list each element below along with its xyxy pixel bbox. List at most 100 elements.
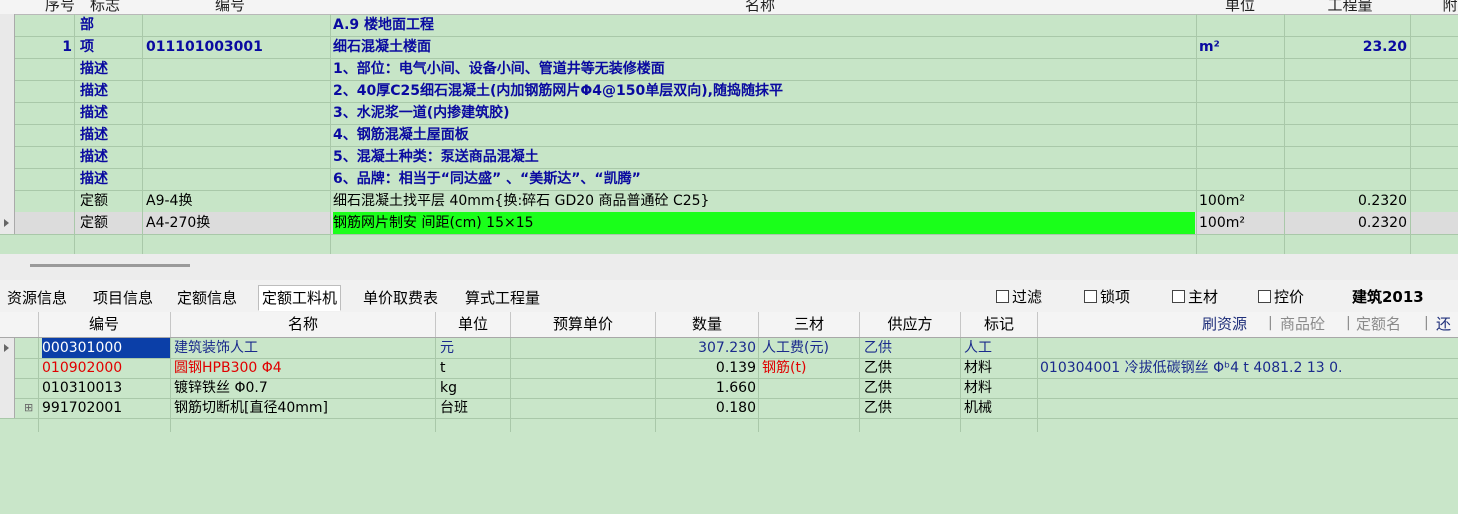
cell-mat-qty[interactable]: 307.230	[658, 338, 756, 358]
cell-flag[interactable]: 描述	[80, 168, 140, 190]
bill-row[interactable]: 1 项 011101003001 细石混凝土楼面 m² 23.20	[0, 36, 1458, 59]
cell-mat-name[interactable]: 钢筋切断机[直径40mm]	[174, 398, 434, 418]
cell-flag[interactable]: 描述	[80, 124, 140, 146]
col-mat-code[interactable]: 编号	[38, 312, 171, 337]
cell-flag[interactable]: 描述	[80, 58, 140, 80]
cell-mat-code[interactable]: 010902000	[42, 358, 170, 378]
cell-unit[interactable]	[1199, 58, 1283, 80]
quota-name-link[interactable]: 定额名	[1356, 312, 1401, 337]
cell-unit[interactable]	[1199, 146, 1283, 168]
col-qty[interactable]: 工程量	[1310, 0, 1390, 15]
cell-unit[interactable]	[1199, 102, 1283, 124]
tab-resource-info[interactable]: 资源信息	[4, 286, 70, 310]
cell-mat-replace-info[interactable]: 010304001 冷拔低碳钢丝 Φᵇ4 t 4081.2 13 0.	[1040, 358, 1458, 378]
tab-price-fee-table[interactable]: 单价取费表	[360, 286, 441, 310]
tab-project-info[interactable]: 项目信息	[90, 286, 156, 310]
cell-qty[interactable]: 0.2320	[1287, 190, 1407, 212]
expand-icon[interactable]: ⊞	[24, 398, 38, 418]
cell-seq[interactable]	[14, 80, 72, 102]
cell-name[interactable]: 细石混凝土找平层 40mm{换:碎石 GD20 商品普通砼 C25}	[333, 190, 1195, 212]
cell-qty[interactable]	[1287, 124, 1407, 146]
cell-name[interactable]: 4、钢筋混凝土屋面板	[333, 124, 1195, 146]
cell-mat-three-materials[interactable]	[762, 378, 858, 398]
cell-qty[interactable]	[1287, 102, 1407, 124]
cell-code[interactable]	[146, 80, 328, 102]
col-mat-qty[interactable]: 数量	[656, 312, 759, 337]
cell-mat-replace-info[interactable]	[1040, 338, 1458, 358]
col-extra[interactable]: 附	[1440, 0, 1458, 15]
row-indicator[interactable]	[0, 378, 15, 398]
cell-seq[interactable]	[14, 124, 72, 146]
bill-row[interactable]: 描述 1、部位：电气小间、设备小间、管道井等无装修楼面	[0, 58, 1458, 81]
profile-selector[interactable]: 建筑2013	[1352, 286, 1424, 308]
col-mat-unit[interactable]: 单位	[436, 312, 511, 337]
cell-unit[interactable]: 100m²	[1199, 212, 1283, 234]
row-indicator[interactable]	[0, 102, 15, 124]
cell-unit[interactable]	[1199, 80, 1283, 102]
cell-mat-mark[interactable]: 材料	[964, 358, 1036, 378]
cell-code[interactable]: 011101003001	[146, 36, 328, 58]
refresh-resource-link[interactable]: 刷资源	[1202, 312, 1247, 337]
bill-row[interactable]: 部 A.9 楼地面工程	[0, 14, 1458, 37]
cell-mat-name[interactable]: 镀锌铁丝 Φ0.7	[174, 378, 434, 398]
cell-flag[interactable]: 项	[80, 36, 140, 58]
material-row[interactable]: 000301000 建筑装饰人工元 307.230 人工费(元) 乙供 人工	[0, 338, 1458, 359]
cell-mat-name[interactable]: 圆钢HPB300 Φ4	[174, 358, 434, 378]
cell-unit[interactable]: 100m²	[1199, 190, 1283, 212]
bill-row[interactable]: 定额 A4-270换 钢筋网片制安 间距(cm) 15×15 100m² 0.2320	[0, 212, 1458, 235]
cell-mat-price[interactable]	[514, 378, 654, 398]
cell-mat-mark[interactable]: 机械	[964, 398, 1036, 418]
cell-name[interactable]: 1、部位：电气小间、设备小间、管道井等无装修楼面	[333, 58, 1195, 80]
material-row[interactable]: ⊞ 991702001 钢筋切断机[直径40mm] 台班 0.180 乙供 机械	[0, 398, 1458, 419]
cell-mat-mark[interactable]: 材料	[964, 378, 1036, 398]
cell-flag[interactable]: 定额	[80, 212, 140, 234]
col-name[interactable]: 名称	[730, 0, 790, 15]
cell-qty[interactable]	[1287, 14, 1407, 36]
filter-checkbox[interactable]: 过滤	[996, 286, 1042, 308]
cell-name[interactable]: 3、水泥浆一道(内掺建筑胶)	[333, 102, 1195, 124]
cell-unit[interactable]	[1199, 168, 1283, 190]
cell-seq[interactable]	[14, 212, 72, 234]
cell-mat-unit[interactable]: kg	[440, 378, 510, 398]
row-indicator[interactable]	[0, 124, 15, 146]
cell-code[interactable]	[146, 14, 328, 36]
material-row[interactable]: 010310013 镀锌铁丝 Φ0.7 kg 1.660 乙供 材料	[0, 378, 1458, 399]
cell-mat-replace-info[interactable]	[1040, 398, 1458, 418]
bill-row[interactable]: 描述 2、40厚C25细石混凝土(内加钢筋网片Φ4@150单层双向),随捣随抹平	[0, 80, 1458, 103]
restore-link[interactable]: 还	[1436, 312, 1451, 337]
cell-code[interactable]	[146, 58, 328, 80]
cell-mat-price[interactable]	[514, 338, 654, 358]
cell-name[interactable]: A.9 楼地面工程	[333, 14, 1195, 36]
tab-formula-quantity[interactable]: 算式工程量	[462, 286, 543, 310]
cell-code[interactable]	[146, 168, 328, 190]
cell-mat-code[interactable]: 000301000	[42, 338, 170, 358]
cell-qty[interactable]	[1287, 58, 1407, 80]
cell-qty[interactable]	[1287, 146, 1407, 168]
cell-mat-price[interactable]	[514, 398, 654, 418]
bill-row[interactable]: 描述 3、水泥浆一道(内掺建筑胶)	[0, 102, 1458, 125]
main-material-checkbox[interactable]: 主材	[1172, 286, 1218, 308]
cell-unit[interactable]: m²	[1199, 36, 1283, 58]
cell-name[interactable]: 5、混凝土种类：泵送商品混凝土	[333, 146, 1195, 168]
col-mat-supplier[interactable]: 供应方	[860, 312, 961, 337]
cell-code[interactable]: A9-4换	[146, 190, 328, 212]
row-indicator[interactable]	[0, 146, 15, 168]
cell-flag[interactable]: 描述	[80, 146, 140, 168]
col-unit[interactable]: 单位	[1210, 0, 1270, 15]
bill-row[interactable]: 描述 5、混凝土种类：泵送商品混凝土	[0, 146, 1458, 169]
cell-mat-qty[interactable]: 0.139	[658, 358, 756, 378]
price-control-checkbox[interactable]: 控价	[1258, 286, 1304, 308]
row-indicator[interactable]	[0, 212, 15, 234]
cell-flag[interactable]: 定额	[80, 190, 140, 212]
cell-flag[interactable]: 描述	[80, 80, 140, 102]
cell-seq[interactable]: 1	[14, 36, 72, 58]
tab-quota-info[interactable]: 定额信息	[174, 286, 240, 310]
cell-mat-three-materials[interactable]: 钢筋(t)	[762, 358, 858, 378]
row-indicator[interactable]	[0, 358, 15, 378]
col-mat-name[interactable]: 名称	[171, 312, 436, 337]
row-indicator[interactable]	[0, 36, 15, 58]
cell-mat-supplier[interactable]: 乙供	[864, 358, 960, 378]
cell-mat-mark[interactable]: 人工	[964, 338, 1036, 358]
cell-qty[interactable]: 0.2320	[1287, 212, 1407, 234]
row-indicator[interactable]	[0, 58, 15, 80]
